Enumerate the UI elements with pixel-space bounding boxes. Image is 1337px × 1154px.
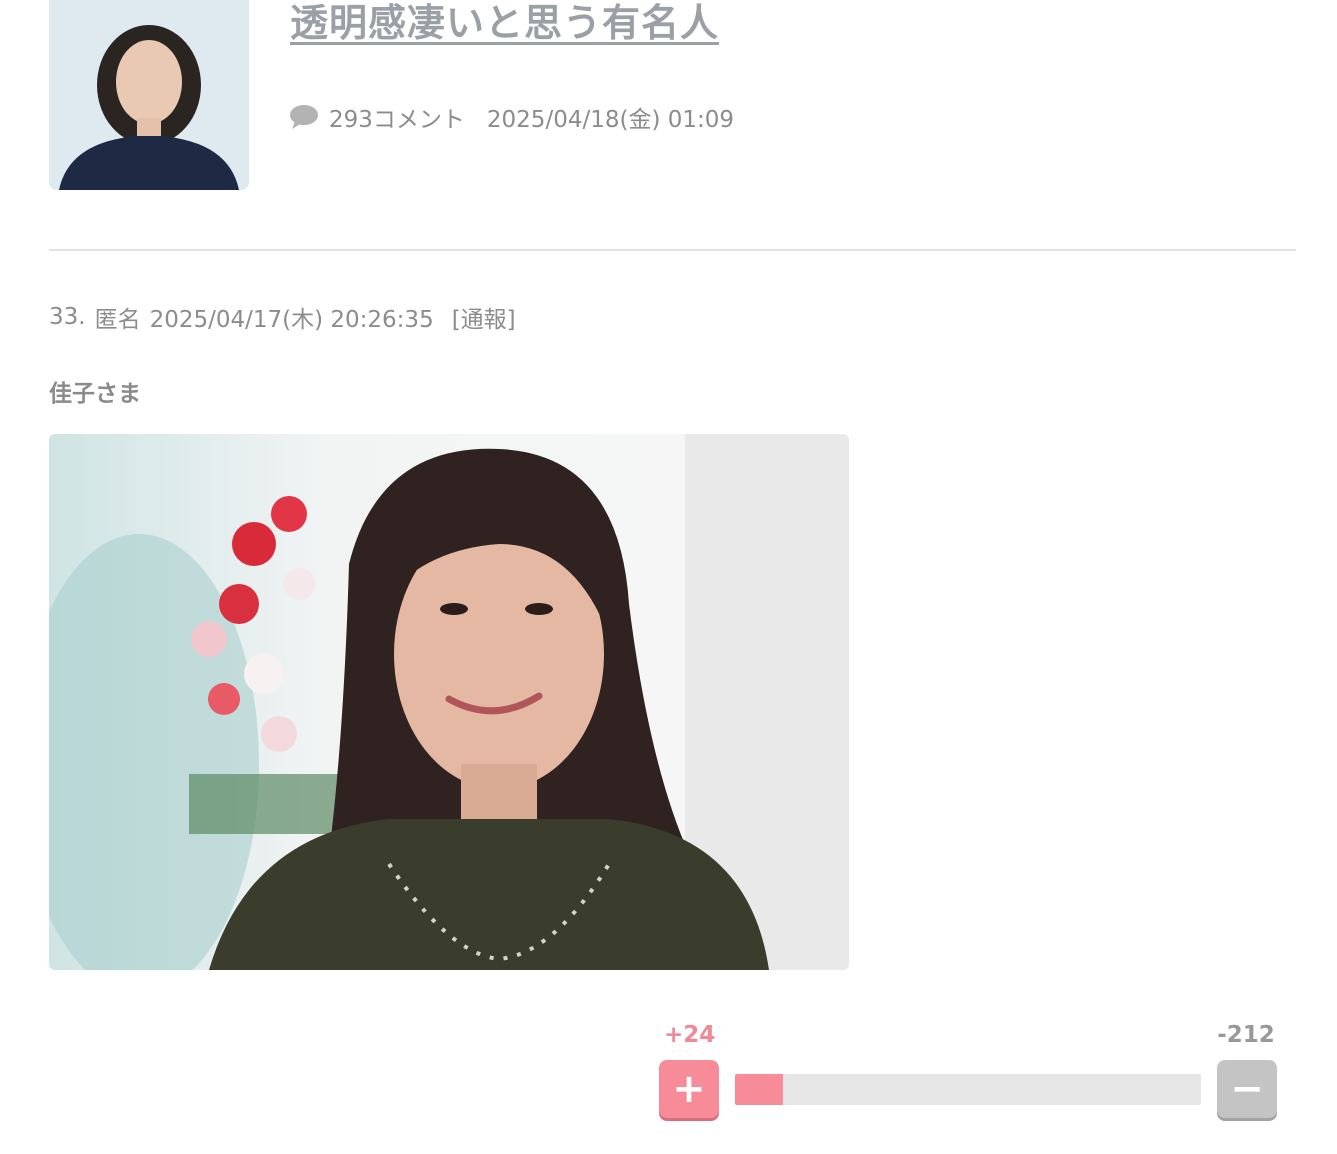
comment-body: 佳子さま (49, 381, 141, 407)
vote-ratio-bar (735, 1074, 1201, 1105)
page: 透明感凄いと思う有名人 293コメント 2025/04/18(金) 01:09 … (0, 0, 1337, 1154)
topic-meta: 293コメント 2025/04/18(金) 01:09 (289, 100, 734, 134)
plus-vote-count: +24 (664, 1022, 716, 1048)
divider (49, 249, 1296, 251)
comment-count: 293コメント (329, 107, 465, 133)
vote-ratio-fill (735, 1074, 783, 1105)
minus-vote-button[interactable]: − (1217, 1060, 1277, 1118)
thumbnail-photo-icon (49, 0, 249, 190)
topic-thumbnail[interactable] (49, 0, 249, 190)
plus-vote-button[interactable]: + (659, 1060, 719, 1118)
comment-datetime: 2025/04/17(木) 20:26:35 (149, 307, 434, 333)
comment-author: 匿名 (94, 307, 141, 333)
comment-image[interactable] (49, 434, 849, 970)
comment-header: 33. 匿名 2025/04/17(木) 20:26:35 [通報] (49, 300, 516, 334)
minus-vote-count: -212 (1217, 1022, 1275, 1048)
topic-title-link[interactable]: 透明感凄いと思う有名人 (290, 0, 719, 47)
comment-bubble-icon (290, 105, 318, 129)
topic-date: 2025/04/18(金) 01:09 (486, 107, 735, 133)
comment-photo-icon (49, 434, 849, 970)
report-link[interactable]: [通報] (452, 300, 516, 334)
comment-number: 33. (49, 304, 86, 330)
plus-icon: + (672, 1066, 706, 1112)
minus-icon: − (1230, 1066, 1264, 1112)
